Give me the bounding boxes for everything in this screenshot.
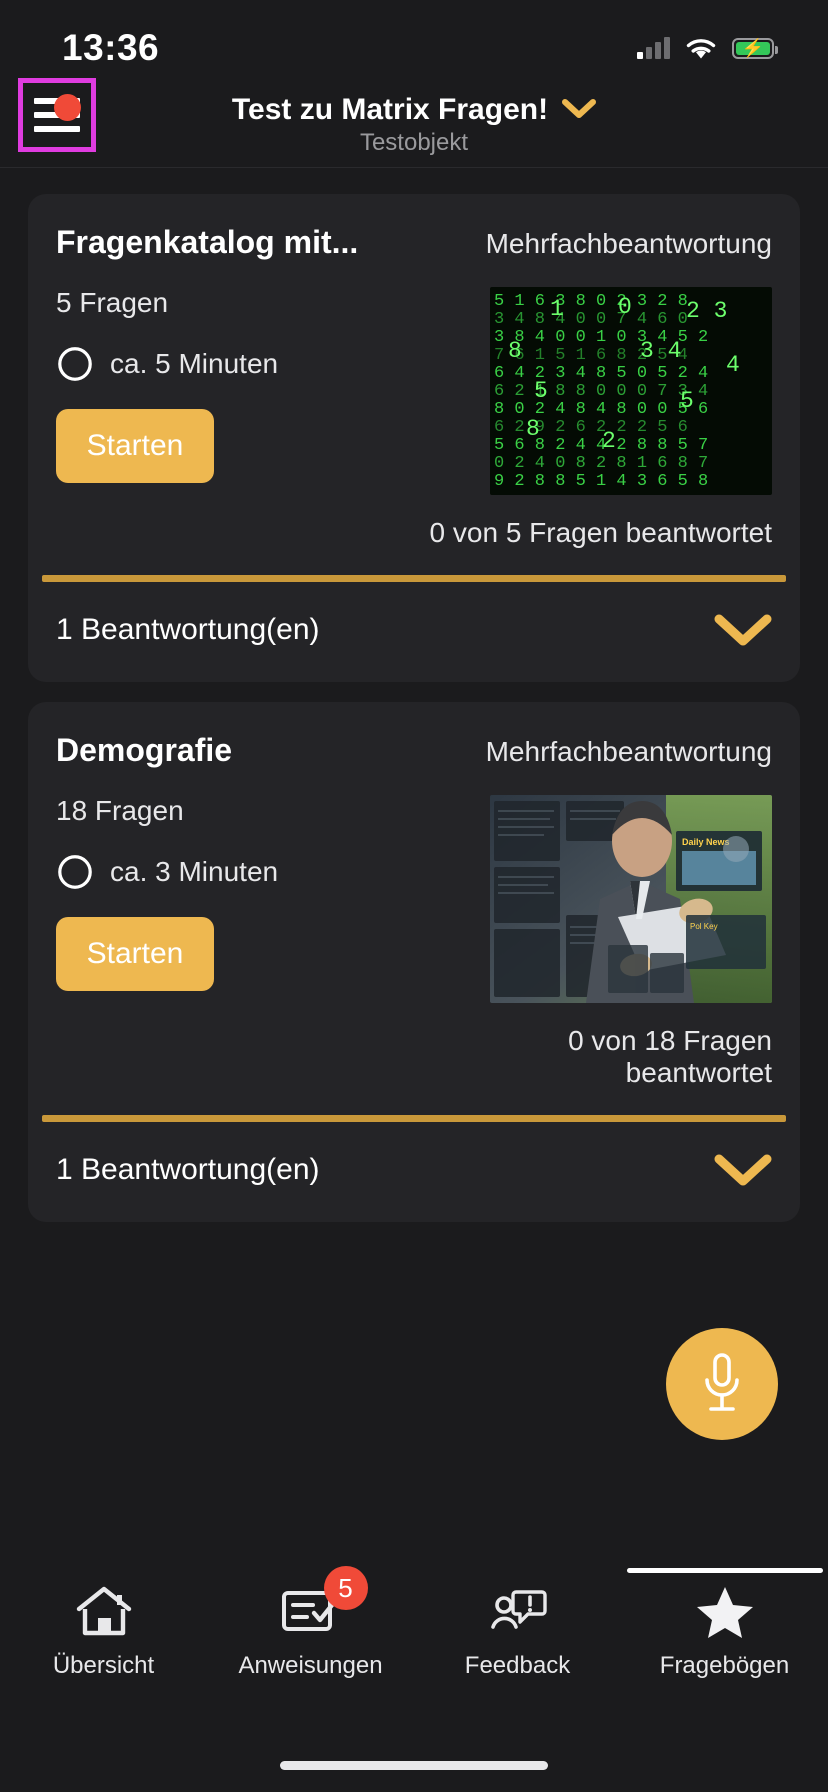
answers-count-label: 1 Beantwortung(en) xyxy=(56,1153,320,1186)
chevron-down-icon[interactable] xyxy=(714,612,772,648)
card-divider xyxy=(42,1115,786,1122)
card-title: Fragenkatalog mit... xyxy=(56,224,359,260)
svg-text:6 2 9 2 6 2 2 2 5 6: 6 2 9 2 6 2 2 2 5 6 xyxy=(494,418,688,437)
start-button[interactable]: Starten xyxy=(56,409,214,483)
svg-text:3 4: 3 4 xyxy=(640,338,681,364)
app-header: Test zu Matrix Fragen! Testobjekt xyxy=(0,78,828,168)
businessman-tablet-image: Daily News Pol Key xyxy=(490,795,772,1003)
battery-charging-icon: ⚡ xyxy=(732,37,778,59)
page-subtitle: Testobjekt xyxy=(359,129,469,157)
chevron-down-icon[interactable] xyxy=(562,98,597,120)
home-indicator xyxy=(280,1761,548,1770)
answered-status: 0 von 18 Fragen beantwortet xyxy=(568,1025,772,1088)
clock-icon xyxy=(58,347,92,381)
tab-feedback[interactable]: Feedback xyxy=(414,1582,621,1680)
svg-text:9 2 8 8 5 1 4 3 6 5 8: 9 2 8 8 5 1 4 3 6 5 8 xyxy=(494,472,708,491)
questionnaire-list: Fragenkatalog mit... Mehrfachbeantwortun… xyxy=(0,168,828,1222)
card-divider xyxy=(42,575,786,582)
answers-expand-row[interactable]: 1 Beantwortung(en) xyxy=(28,582,800,682)
home-icon xyxy=(75,1582,133,1640)
tab-label: Feedback xyxy=(464,1652,571,1679)
svg-text:8: 8 xyxy=(526,416,540,442)
tab-uebersicht[interactable]: Übersicht xyxy=(0,1582,207,1680)
person-comment-icon xyxy=(488,1582,548,1640)
voice-record-fab[interactable] xyxy=(666,1328,778,1440)
answered-status: 0 von 5 Fragen beantwortet xyxy=(429,517,772,548)
svg-text:3 4 8 4 0 0 7 4 6 0: 3 4 8 4 0 0 7 4 6 0 xyxy=(494,310,688,329)
menu-button-highlight xyxy=(18,78,96,152)
matrix-digits-image: 5 1 6 3 8 0 2 3 2 8 3 4 8 4 0 0 7 4 6 0 … xyxy=(490,287,772,495)
svg-text:0: 0 xyxy=(618,294,632,320)
svg-text:4: 4 xyxy=(726,352,740,378)
svg-text:0 2 4 0 8 2 8 1 6 8 7: 0 2 4 0 8 2 8 1 6 8 7 xyxy=(494,454,708,473)
status-indicators: ⚡ xyxy=(637,36,778,61)
status-bar: 13:36 ⚡ xyxy=(0,0,828,82)
start-button[interactable]: Starten xyxy=(56,917,214,991)
question-count: 5 Fragen xyxy=(56,287,169,318)
svg-text:5: 5 xyxy=(680,388,694,414)
tab-label: Übersicht xyxy=(52,1652,155,1679)
card-type-label: Mehrfachbeantwortung xyxy=(485,228,772,259)
svg-text:2 3: 2 3 xyxy=(686,298,727,324)
svg-text:Daily News: Daily News xyxy=(682,837,730,847)
notification-dot-icon xyxy=(54,94,81,121)
duration-label: ca. 3 Minuten xyxy=(110,856,279,887)
star-icon xyxy=(696,1582,754,1640)
question-count: 18 Fragen xyxy=(56,795,184,826)
chevron-down-icon[interactable] xyxy=(714,1152,772,1188)
clock-icon xyxy=(58,855,92,889)
svg-text:6 4 2 3 4 8 5 0 5 2 4: 6 4 2 3 4 8 5 0 5 2 4 xyxy=(494,364,708,383)
microphone-icon xyxy=(705,1353,739,1411)
svg-text:8: 8 xyxy=(508,338,522,364)
svg-text:6 2 1 8 8 0 0 0 7 3 4: 6 2 1 8 8 0 0 0 7 3 4 xyxy=(494,382,708,401)
status-time: 13:36 xyxy=(62,27,160,68)
svg-text:5: 5 xyxy=(534,378,548,404)
header-title-block: Test zu Matrix Fragen! Testobjekt xyxy=(231,92,597,157)
bottom-tab-bar: Übersicht 5 Anweisungen Feedback Fragebö… xyxy=(0,1564,828,1792)
card-type-label: Mehrfachbeantwortung xyxy=(485,736,772,767)
svg-text:2: 2 xyxy=(602,428,616,454)
page-title: Test zu Matrix Fragen! xyxy=(231,92,549,126)
active-tab-indicator xyxy=(626,1568,823,1573)
cellular-bars-icon xyxy=(637,37,670,59)
tab-badge: 5 xyxy=(323,1566,368,1610)
duration-label: ca. 5 Minuten xyxy=(110,348,279,379)
answers-expand-row[interactable]: 1 Beantwortung(en) xyxy=(28,1122,800,1222)
tab-frageboegen[interactable]: Fragebögen xyxy=(621,1568,828,1680)
svg-text:1: 1 xyxy=(550,296,564,322)
tab-label: Anweisungen xyxy=(238,1652,383,1679)
questionnaire-card[interactable]: Demografie Mehrfachbeantwortung 18 Frage… xyxy=(28,702,800,1222)
svg-text:Pol Key: Pol Key xyxy=(690,922,718,931)
hamburger-menu-icon[interactable] xyxy=(34,94,81,132)
tab-label: Fragebögen xyxy=(659,1652,790,1679)
wifi-icon xyxy=(686,38,716,58)
card-title: Demografie xyxy=(56,732,233,768)
checklist-icon: 5 xyxy=(280,1566,368,1640)
svg-text:5 1 6 3 8 0 2 3 2 8: 5 1 6 3 8 0 2 3 2 8 xyxy=(494,292,688,311)
answers-count-label: 1 Beantwortung(en) xyxy=(56,613,320,646)
tab-anweisungen[interactable]: 5 Anweisungen xyxy=(207,1566,414,1680)
questionnaire-card[interactable]: Fragenkatalog mit... Mehrfachbeantwortun… xyxy=(28,194,800,682)
app-screen: 13:36 ⚡ Test zu Matrix Fragen! Testobjek… xyxy=(0,0,828,1792)
